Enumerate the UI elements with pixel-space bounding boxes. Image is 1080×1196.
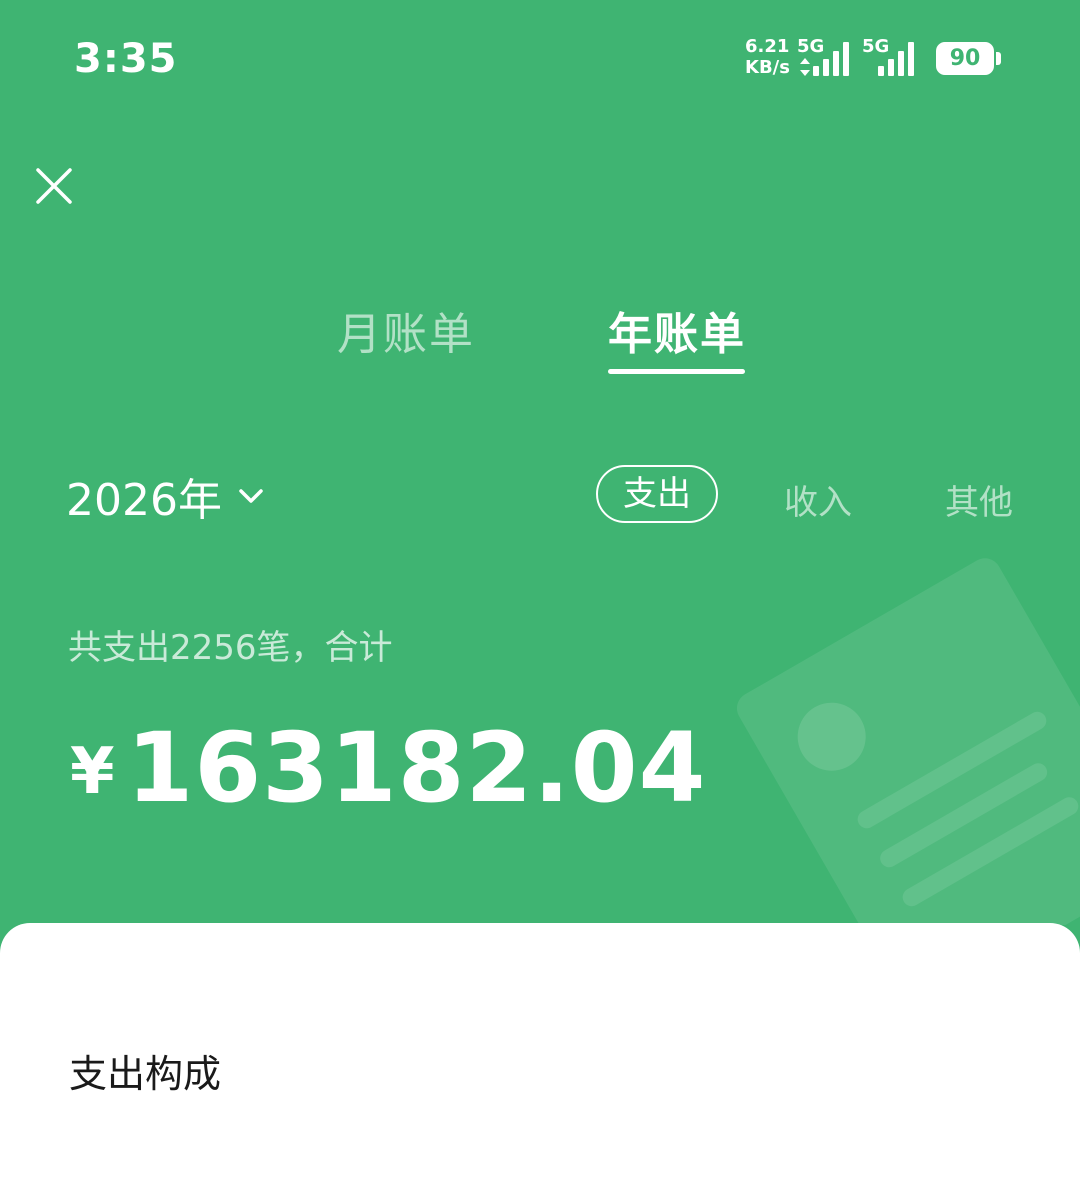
network-speed: 6.21 KB/s [745, 36, 790, 78]
total-amount: ¥ 163182.04 [70, 712, 706, 824]
year-label: 2026年 [66, 475, 222, 526]
chip-other[interactable]: 其他 [945, 475, 1013, 524]
battery-icon: 90 [936, 42, 994, 75]
year-selector[interactable]: 2026年 [66, 464, 266, 528]
network-speed-unit: KB/s [745, 57, 790, 78]
chip-expense[interactable]: 支出 [596, 465, 718, 523]
expense-summary-text: 共支出2256笔，合计 [68, 628, 393, 668]
card-title: 支出构成 [69, 1052, 222, 1096]
network-speed-value: 6.21 [745, 36, 790, 57]
tab-yearly-bill[interactable]: 年账单 [608, 298, 746, 362]
currency-symbol: ¥ [70, 735, 115, 809]
tab-monthly-bill[interactable]: 月账单 [337, 298, 475, 362]
sim2-signal-bars-icon [878, 40, 914, 76]
active-tab-indicator [608, 369, 745, 374]
amount-value: 163182.04 [126, 712, 707, 824]
chevron-down-icon [239, 489, 263, 503]
sim1-signal-bars-icon [813, 40, 849, 76]
battery-tip [996, 52, 1001, 65]
chip-income[interactable]: 收入 [784, 475, 852, 524]
close-button[interactable] [30, 162, 78, 210]
status-time: 3:35 [74, 36, 178, 82]
close-icon [36, 168, 72, 204]
receipt-illustration-icon [720, 555, 1080, 925]
data-arrows-icon [800, 58, 810, 80]
